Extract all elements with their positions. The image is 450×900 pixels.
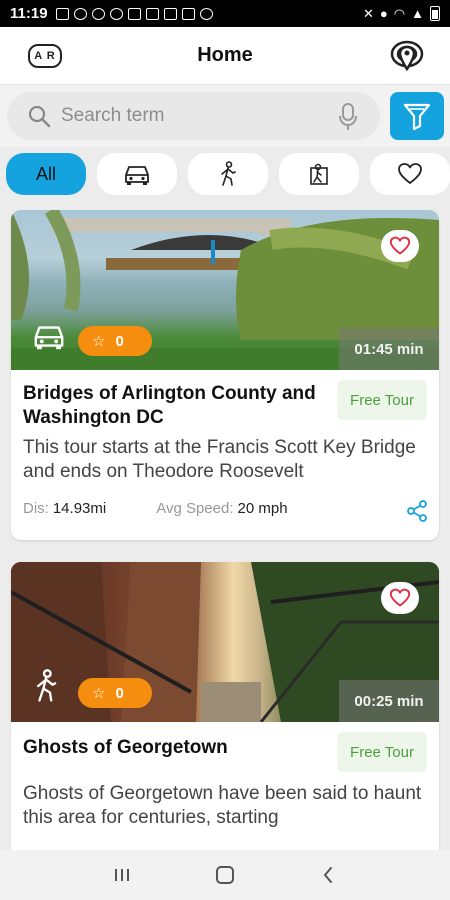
- home-square-icon: [215, 866, 234, 884]
- mute-icon: ✕: [363, 5, 374, 21]
- maps-icon: [91, 7, 105, 20]
- free-tour-tag: Free Tour: [337, 380, 427, 420]
- heart-icon: [389, 236, 411, 255]
- distance-value: 14.93mi: [52, 500, 107, 517]
- tour-card[interactable]: ☆ 0 01:45 min Bridges of Arlington Count…: [11, 210, 439, 540]
- facebook-icon: [109, 7, 123, 20]
- chip-all[interactable]: All: [6, 153, 86, 195]
- battery-icon: [430, 6, 440, 21]
- tour-description: This tour starts at the Francis Scott Ke…: [23, 437, 416, 482]
- chip-drive[interactable]: [97, 153, 177, 195]
- wifi-icon: ◠: [393, 5, 406, 21]
- microphone-icon[interactable]: [338, 102, 358, 132]
- favorite-button[interactable]: [381, 230, 419, 262]
- gallery-icon: [127, 7, 141, 20]
- recent-apps-button[interactable]: [107, 860, 137, 890]
- search-bar-area: [0, 85, 450, 147]
- card-body: Ghosts of Georgetown Free Tour Ghosts of…: [11, 722, 439, 830]
- page-title: Home: [197, 44, 253, 66]
- rating-value: 0: [115, 332, 124, 350]
- rating-value: 0: [115, 684, 124, 702]
- back-button[interactable]: [313, 860, 343, 890]
- app-header: A R Home: [0, 27, 450, 85]
- system-icons: ✕ ● ◠ ▲: [363, 6, 440, 22]
- heart-icon: [389, 588, 411, 607]
- chip-favorites[interactable]: [370, 153, 450, 195]
- status-bar: 11:19 ✕ ● ◠ ▲: [0, 0, 450, 27]
- tour-description: Ghosts of Georgetown have been said to h…: [23, 783, 422, 828]
- image-icon: [181, 7, 195, 20]
- tour-title: Ghosts of Georgetown: [23, 737, 228, 758]
- museum-icon: [310, 163, 328, 185]
- distance-label: Dis:: [23, 500, 49, 517]
- notification-icons: [55, 7, 213, 20]
- favorite-button[interactable]: [381, 582, 419, 614]
- location-target-icon: [390, 40, 424, 72]
- walk-icon: [36, 669, 57, 702]
- tour-photo: ☆ 0 01:45 min: [11, 210, 439, 370]
- search-box: [7, 92, 380, 140]
- app-icon: [73, 7, 87, 20]
- nearby-location-button[interactable]: [390, 39, 424, 75]
- home-icon: [163, 7, 177, 20]
- chip-museum[interactable]: [279, 153, 359, 195]
- tour-title: Bridges of Arlington County and Washingt…: [23, 383, 316, 428]
- filter-button[interactable]: [390, 92, 444, 140]
- heart-outline-icon: [398, 163, 422, 184]
- back-chevron-icon: [323, 867, 333, 883]
- speed-label: Avg Speed:: [156, 500, 234, 517]
- transport-mode: [31, 669, 61, 708]
- car-icon: [125, 166, 149, 185]
- location-icon: ●: [379, 6, 388, 21]
- free-tour-tag: Free Tour: [337, 732, 427, 772]
- rating-badge: ☆ 0: [78, 678, 152, 708]
- status-time: 11:19: [10, 5, 48, 22]
- chip-walk[interactable]: [188, 153, 268, 195]
- share-icon: [407, 500, 427, 522]
- tour-photo: ☆ 0 00:25 min: [11, 562, 439, 722]
- walk-icon: [221, 161, 236, 186]
- search-input[interactable]: [61, 105, 331, 127]
- search-icon: [28, 105, 51, 128]
- recent-apps-icon: [114, 869, 129, 881]
- category-chips: All: [0, 148, 450, 200]
- tour-meta: Dis: 14.93mi Avg Speed: 20 mph: [23, 500, 427, 517]
- speed-value: 20 mph: [237, 500, 288, 517]
- transport-mode: [31, 321, 67, 356]
- home-button[interactable]: [210, 860, 240, 890]
- filter-icon: [403, 103, 431, 131]
- ar-button[interactable]: A R: [28, 44, 62, 68]
- share-button[interactable]: [405, 499, 429, 528]
- message-icon: [55, 7, 69, 20]
- car-icon: [34, 326, 64, 350]
- duration-label: 00:25 min: [339, 680, 439, 722]
- star-icon: ☆: [92, 685, 106, 702]
- gallery-icon: [145, 7, 159, 20]
- ar-icon: A R: [34, 50, 56, 62]
- twitter-icon: [199, 7, 213, 20]
- star-icon: ☆: [92, 333, 106, 350]
- tour-card[interactable]: ☆ 0 00:25 min Ghosts of Georgetown Free …: [11, 562, 439, 862]
- card-body: Bridges of Arlington County and Washingt…: [11, 370, 439, 517]
- duration-label: 01:45 min: [339, 328, 439, 370]
- signal-icon: ▲: [411, 6, 424, 21]
- rating-badge: ☆ 0: [78, 326, 152, 356]
- system-nav-bar: [0, 850, 450, 900]
